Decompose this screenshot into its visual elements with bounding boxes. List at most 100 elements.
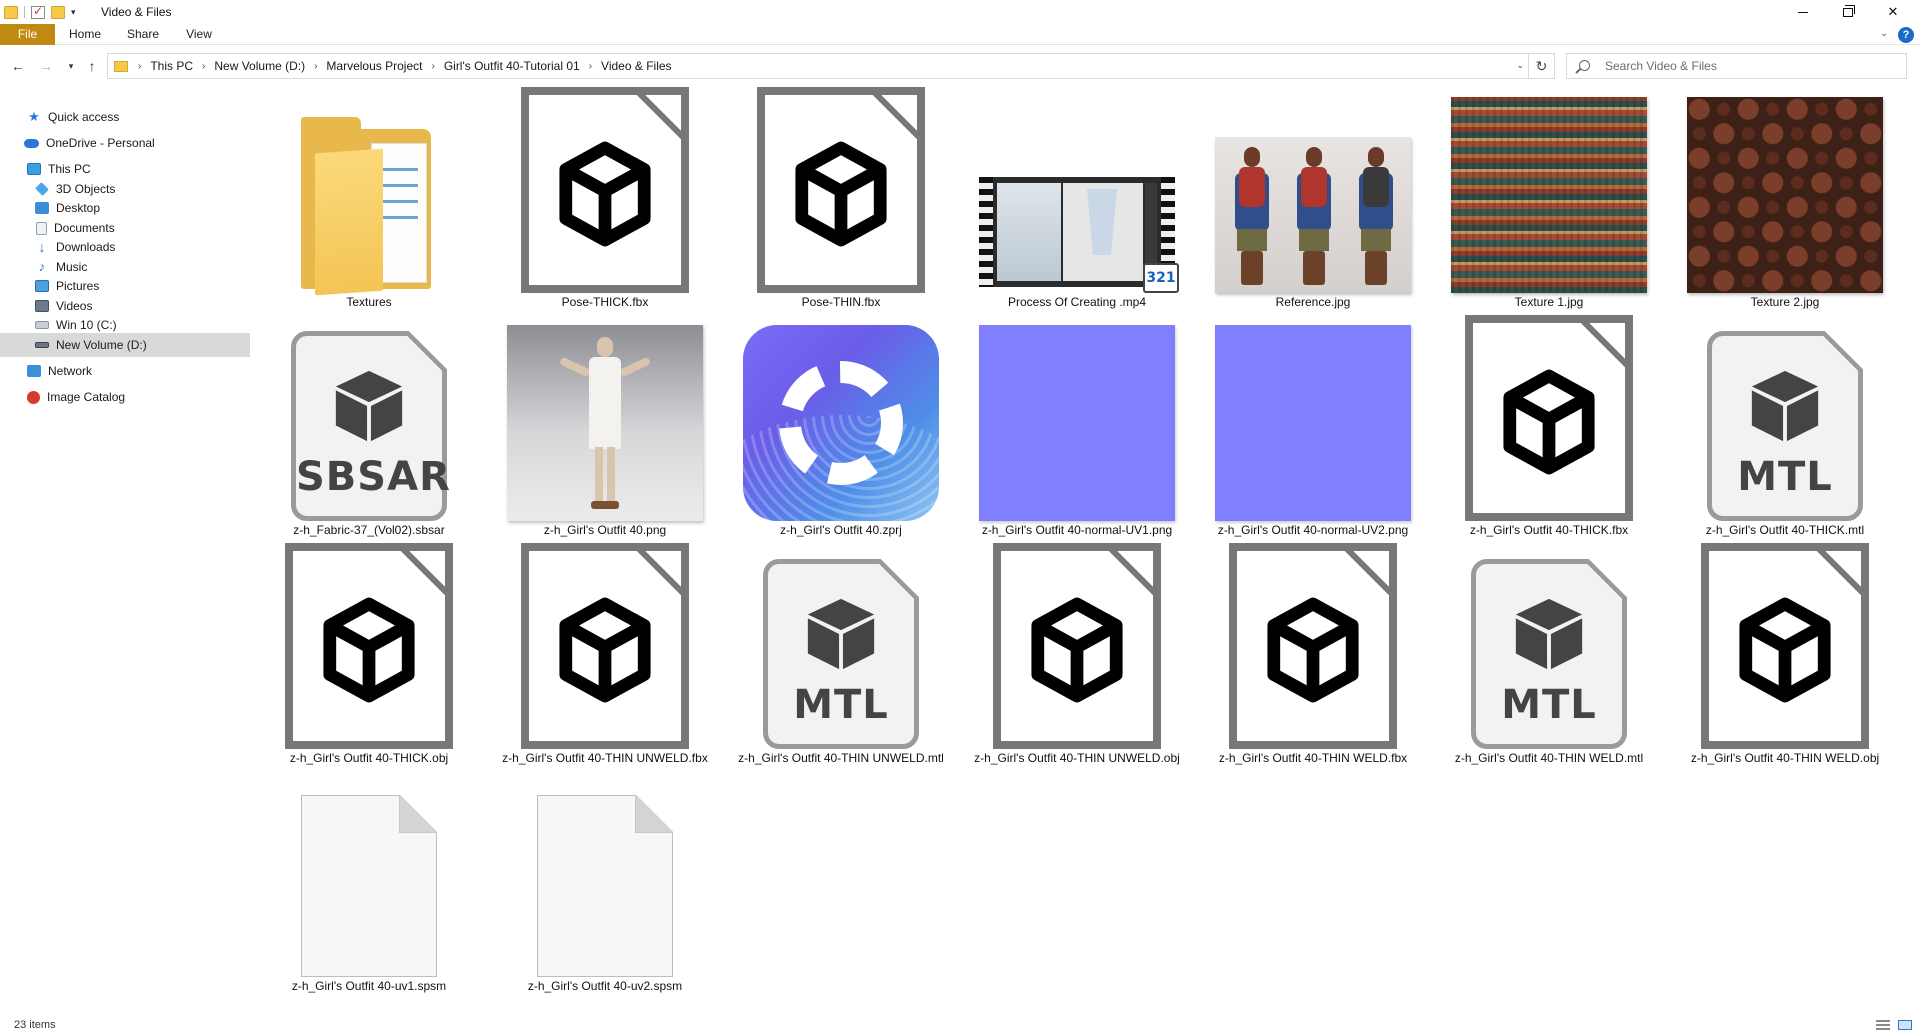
sidebar-item-label: Image Catalog: [47, 390, 126, 404]
marvelous-designer-icon: [743, 325, 939, 521]
address-history-dropdown-icon[interactable]: ⌄: [1516, 60, 1524, 71]
details-view-icon[interactable]: [1876, 1020, 1890, 1030]
breadcrumb-new-volume[interactable]: New Volume (D:): [214, 59, 305, 73]
cube-icon: [335, 370, 403, 442]
breadcrumb-this-pc[interactable]: This PC: [150, 59, 193, 73]
sidebar-item-label: Music: [56, 260, 88, 274]
image-thumbnail: [1215, 325, 1411, 521]
video-thumbnail: 321: [979, 97, 1179, 293]
restore-button[interactable]: [1825, 0, 1871, 24]
chevron-right-icon[interactable]: ›: [202, 61, 205, 72]
sidebar-item-onedrive[interactable]: OneDrive - Personal: [0, 131, 250, 155]
file-item-pose-thin-fbx[interactable]: Pose-THIN.fbx: [723, 83, 959, 311]
texture-swatch: [1687, 97, 1883, 293]
navigation-pane: ★ Quick access OneDrive - Personal This …: [0, 96, 250, 1016]
file-item-thin-unweld-obj[interactable]: z-h_Girl's Outfit 40-THIN UNWELD.obj: [959, 539, 1195, 767]
forward-button[interactable]: →: [36, 56, 56, 76]
chevron-right-icon[interactable]: ›: [589, 61, 592, 72]
toolbar-divider: [24, 6, 25, 18]
new-folder-icon[interactable]: [51, 5, 65, 19]
sidebar-item-network[interactable]: Network: [0, 359, 250, 383]
close-icon: ✕: [1887, 4, 1899, 19]
tab-view[interactable]: View: [176, 24, 222, 45]
file-item-process-video[interactable]: 321 Process Of Creating .mp4: [959, 83, 1195, 311]
file-name: z-h_Girl's Outfit 40-THICK.obj: [289, 751, 449, 765]
refresh-button[interactable]: ↻: [1529, 53, 1555, 79]
ribbon-tabs: File Home Share View ⌄ ?: [0, 24, 1920, 45]
folder-icon: [301, 117, 437, 296]
file-item-textures-folder[interactable]: Textures: [251, 83, 487, 311]
3d-model-file-icon: [1687, 543, 1883, 749]
file-item-pose-thick-fbx[interactable]: Pose-THICK.fbx: [487, 83, 723, 311]
file-item-thick-fbx[interactable]: z-h_Girl's Outfit 40-THICK.fbx: [1431, 311, 1667, 539]
sidebar-item-quick-access[interactable]: ★ Quick access: [0, 105, 250, 129]
file-name: z-h_Fabric-37_(Vol02).sbsar: [293, 523, 445, 537]
generic-file-icon: [507, 781, 703, 977]
image-thumbnail: [1215, 97, 1411, 293]
minimize-icon: [1798, 11, 1808, 13]
sidebar-item-new-volume-d[interactable]: New Volume (D:): [0, 333, 250, 357]
file-item-reference-jpg[interactable]: Reference.jpg: [1195, 83, 1431, 311]
recent-locations-dropdown-icon[interactable]: ▾: [61, 56, 81, 76]
generic-file-icon: [271, 781, 467, 977]
reference-photo: [1215, 137, 1411, 293]
3d-model-file-icon: [507, 543, 703, 749]
large-icons-view-icon[interactable]: [1898, 1020, 1912, 1030]
file-name: Textures: [346, 295, 392, 309]
file-name: z-h_Girl's Outfit 40-THICK.fbx: [1469, 523, 1629, 537]
back-button[interactable]: ←: [8, 56, 28, 76]
file-item-texture2-jpg[interactable]: Texture 2.jpg: [1667, 83, 1903, 311]
drive-icon: [35, 342, 49, 348]
cube-icon: [1503, 369, 1595, 475]
up-button[interactable]: ↑: [82, 56, 102, 76]
file-item-thin-weld-obj[interactable]: z-h_Girl's Outfit 40-THIN WELD.obj: [1667, 539, 1903, 767]
file-item-outfit-png[interactable]: z-h_Girl's Outfit 40.png: [487, 311, 723, 539]
breadcrumb-video-files[interactable]: Video & Files: [601, 59, 671, 73]
search-box[interactable]: [1566, 53, 1907, 79]
file-item-thick-obj[interactable]: z-h_Girl's Outfit 40-THICK.obj: [251, 539, 487, 767]
customize-toolbar-dropdown-icon[interactable]: ▾: [71, 7, 76, 18]
file-list: Textures Pose-THICK.fbx Pose-THIN.fbx 32…: [251, 83, 1920, 1020]
cube-icon: [1739, 597, 1831, 703]
breadcrumb-marvelous-project[interactable]: Marvelous Project: [326, 59, 422, 73]
chevron-right-icon[interactable]: ›: [138, 61, 141, 72]
sidebar-item-label: Pictures: [56, 279, 100, 293]
tab-home[interactable]: Home: [62, 24, 108, 45]
file-name: Process Of Creating .mp4: [1007, 295, 1147, 309]
file-item-normal-uv2-png[interactable]: z-h_Girl's Outfit 40-normal-UV2.png: [1195, 311, 1431, 539]
file-item-uv2-spsm[interactable]: z-h_Girl's Outfit 40-uv2.spsm: [487, 767, 723, 995]
file-item-thin-weld-fbx[interactable]: z-h_Girl's Outfit 40-THIN WELD.fbx: [1195, 539, 1431, 767]
breadcrumb-tutorial[interactable]: Girl's Outfit 40-Tutorial 01: [444, 59, 580, 73]
sidebar-item-label: OneDrive - Personal: [46, 136, 155, 150]
star-icon: ★: [28, 109, 40, 124]
file-item-thin-weld-mtl[interactable]: MTL z-h_Girl's Outfit 40-THIN WELD.mtl: [1431, 539, 1667, 767]
close-button[interactable]: ✕: [1870, 0, 1916, 24]
chevron-right-icon[interactable]: ›: [431, 61, 434, 72]
file-item-thick-mtl[interactable]: MTL z-h_Girl's Outfit 40-THICK.mtl: [1667, 311, 1903, 539]
file-item-outfit-zprj[interactable]: z-h_Girl's Outfit 40.zprj: [723, 311, 959, 539]
address-bar[interactable]: › This PC › New Volume (D:) › Marvelous …: [107, 53, 1529, 79]
file-item-normal-uv1-png[interactable]: z-h_Girl's Outfit 40-normal-UV1.png: [959, 311, 1195, 539]
file-name: z-h_Girl's Outfit 40-THIN WELD.fbx: [1218, 751, 1408, 765]
file-name: z-h_Girl's Outfit 40-uv2.spsm: [527, 979, 683, 993]
expand-ribbon-icon[interactable]: ⌄: [1880, 28, 1888, 39]
cube-icon: [559, 597, 651, 703]
help-icon[interactable]: ?: [1898, 27, 1914, 43]
tab-file[interactable]: File: [0, 24, 55, 45]
file-type-label: MTL: [1737, 454, 1833, 500]
chevron-right-icon[interactable]: ›: [314, 61, 317, 72]
file-item-fabric-sbsar[interactable]: SBSAR z-h_Fabric-37_(Vol02).sbsar: [251, 311, 487, 539]
properties-icon[interactable]: [31, 4, 45, 19]
tab-share[interactable]: Share: [120, 24, 166, 45]
search-input[interactable]: [1605, 58, 1895, 74]
sidebar-item-image-catalog[interactable]: Image Catalog: [0, 385, 250, 409]
sidebar-item-label: Quick access: [48, 110, 120, 124]
file-item-thin-unweld-mtl[interactable]: MTL z-h_Girl's Outfit 40-THIN UNWELD.mtl: [723, 539, 959, 767]
file-item-texture1-jpg[interactable]: Texture 1.jpg: [1431, 83, 1667, 311]
folder-icon: [4, 5, 18, 19]
file-item-thin-unweld-fbx[interactable]: z-h_Girl's Outfit 40-THIN UNWELD.fbx: [487, 539, 723, 767]
cube-icon: [795, 141, 887, 247]
file-item-uv1-spsm[interactable]: z-h_Girl's Outfit 40-uv1.spsm: [251, 767, 487, 995]
search-icon: [1579, 60, 1590, 71]
minimize-button[interactable]: [1780, 0, 1826, 24]
